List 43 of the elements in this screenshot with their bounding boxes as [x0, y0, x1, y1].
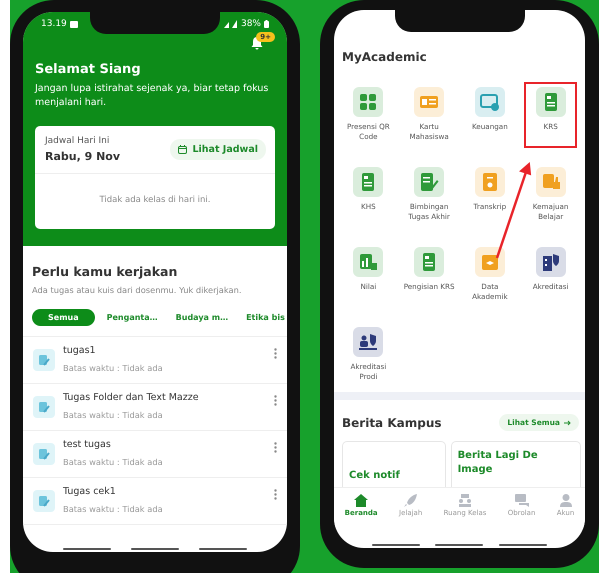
- task-deadline: Batas waktu : Tidak ada: [63, 363, 164, 373]
- view-schedule-button[interactable]: Lihat Jadwal: [170, 139, 266, 160]
- news-title: Cek notif: [349, 469, 400, 483]
- task-deadline: Batas waktu : Tidak ada: [63, 410, 164, 420]
- chat-icon: [514, 494, 529, 507]
- classroom-icon: [458, 494, 472, 507]
- section-title: MyAcademic: [341, 50, 428, 64]
- assignment-icon: [33, 490, 55, 512]
- section-title: Perlu kamu kerjakan: [31, 264, 178, 279]
- filter-tab[interactable]: Semua: [32, 309, 95, 326]
- empty-schedule-message: Tidak ada kelas di hari ini.: [98, 194, 212, 207]
- task-title[interactable]: tugas1: [63, 345, 266, 356]
- assignment-icon: [33, 443, 55, 465]
- task-title[interactable]: test tugas: [63, 439, 266, 450]
- task-title[interactable]: Tugas cek1: [63, 486, 266, 497]
- section-subtitle: Ada tugas atau kuis dari dosenmu. Yuk dikerjakan.: [31, 284, 243, 295]
- calendar-icon: [178, 145, 188, 154]
- greeting-title: Selamat Siang: [35, 62, 142, 77]
- more-options-icon[interactable]: [274, 348, 277, 359]
- news-title: Berita Lagi De Image: [458, 448, 539, 476]
- arrow-right-icon: [564, 420, 571, 426]
- more-options-icon[interactable]: [274, 442, 277, 453]
- greeting-message: Jangan lupa istirahat sejenak ya, biar tetap fokus menjalani hari.: [35, 82, 270, 110]
- more-options-icon[interactable]: [274, 489, 277, 500]
- battery-icon: [264, 20, 269, 28]
- home-icon: [354, 494, 368, 507]
- schedule-date: Rabu, 9 Nov: [45, 150, 120, 163]
- section-title: Berita Kampus: [342, 416, 442, 430]
- status-time: 13.19: [41, 19, 67, 29]
- task-title[interactable]: Tugas Folder dan Text Mazze: [63, 392, 266, 403]
- filter-tab[interactable]: Etika bis: [240, 309, 287, 326]
- filter-tab[interactable]: Penganta…: [100, 309, 164, 326]
- signal-icon: [224, 20, 238, 28]
- task-deadline: Batas waktu : Tidak ada: [63, 504, 164, 514]
- assignment-icon: [33, 396, 55, 418]
- battery-level: 38%: [240, 19, 261, 29]
- image-icon: [70, 20, 78, 28]
- task-deadline: Batas waktu : Tidak ada: [63, 457, 164, 467]
- schedule-label: Jadwal Hari Ini: [45, 136, 110, 146]
- user-icon: [558, 494, 573, 507]
- more-options-icon[interactable]: [274, 395, 277, 406]
- assignment-icon: [33, 349, 55, 371]
- filter-tab[interactable]: Budaya m…: [170, 309, 234, 326]
